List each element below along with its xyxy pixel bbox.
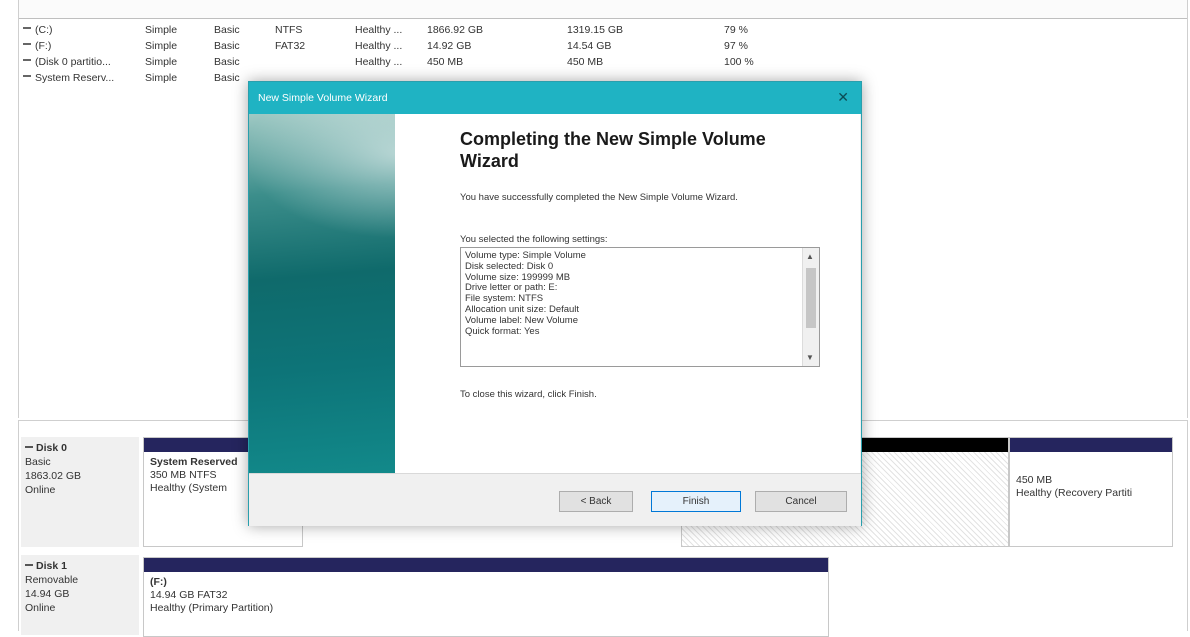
disk-size: 14.94 GB [25, 588, 70, 600]
scrollbar-thumb[interactable] [806, 268, 816, 328]
disk-state: Online [25, 484, 56, 496]
disk-state: Online [25, 602, 56, 614]
volume-name: (F:) [35, 40, 52, 52]
dialog-footer: < Back Finish Cancel [249, 473, 861, 526]
volume-layout: Simple [145, 24, 178, 36]
disk-name: Disk 0 [36, 442, 67, 454]
volume-filesystem: FAT32 [275, 40, 306, 52]
volume-name: System Reserv... [35, 72, 115, 84]
volume-name: (C:) [35, 24, 53, 36]
wizard-banner-image [249, 114, 395, 473]
volume-filesystem: NTFS [275, 24, 303, 36]
volume-free-space: 450 MB [567, 56, 604, 68]
volume-percent-free: 100 % [724, 56, 754, 68]
settings-scrollbar[interactable]: ▲ ▼ [802, 248, 819, 366]
volume-free-space: 14.54 GB [567, 40, 612, 52]
volume-icon [23, 27, 31, 33]
volume-icon [23, 75, 31, 81]
volume-percent-free: 79 % [724, 24, 748, 36]
settings-intro: You selected the following settings: [460, 234, 608, 245]
wizard-content: Completing the New Simple Volume Wizard … [395, 114, 860, 473]
cancel-button[interactable]: Cancel [755, 491, 847, 512]
success-message: You have successfully completed the New … [460, 192, 738, 203]
partition-bar [144, 558, 828, 572]
volume-capacity: 450 MB [427, 56, 464, 68]
partition-size: 14.94 GB FAT32 [150, 589, 228, 601]
partition-size: 450 MB [1016, 474, 1053, 486]
finish-button[interactable]: Finish [651, 491, 741, 512]
volume-row[interactable]: (Disk 0 partitio... Simple Basic Healthy… [19, 54, 1187, 70]
disk-1-label[interactable]: Disk 1 Removable 14.94 GB Online [21, 555, 139, 635]
volume-capacity: 1866.92 GB [427, 24, 484, 36]
volume-status: Healthy ... [355, 56, 403, 68]
disk-size: 1863.02 GB [25, 470, 82, 482]
partition-recovery[interactable]: 450 MB Healthy (Recovery Partiti [1009, 437, 1173, 547]
disk-icon [25, 445, 33, 451]
volume-row[interactable]: (C:) Simple Basic NTFS Healthy ... 1866.… [19, 22, 1187, 38]
close-instruction: To close this wizard, click Finish. [460, 389, 597, 400]
disk-icon [25, 563, 33, 569]
volume-type: Basic [214, 24, 240, 36]
volume-percent-free: 97 % [724, 40, 748, 52]
volume-icon [23, 43, 31, 49]
volume-type: Basic [214, 40, 240, 52]
column-header-bar [19, 0, 1187, 19]
dialog-title: New Simple Volume Wizard [258, 92, 388, 104]
back-button[interactable]: < Back [559, 491, 633, 512]
volume-layout: Simple [145, 56, 178, 68]
disk-name: Disk 1 [36, 560, 67, 572]
partition-status: Healthy (Primary Partition) [150, 602, 274, 614]
disk-0-label[interactable]: Disk 0 Basic 1863.02 GB Online [21, 437, 139, 547]
volume-capacity: 14.92 GB [427, 40, 472, 52]
setting-item: Disk selected: Disk 0 [465, 260, 554, 272]
partition-f-drive[interactable]: (F:) 14.94 GB FAT32 Healthy (Primary Par… [143, 557, 829, 637]
scroll-up-icon[interactable]: ▲ [806, 252, 814, 261]
setting-item: Quick format: Yes [465, 325, 540, 337]
scroll-down-icon[interactable]: ▼ [806, 353, 814, 362]
partition-bar [1010, 438, 1172, 452]
volume-row[interactable]: (F:) Simple Basic FAT32 Healthy ... 14.9… [19, 38, 1187, 54]
wizard-heading: Completing the New Simple Volume Wizard [460, 129, 766, 171]
partition-title: (F:) [150, 576, 167, 588]
volume-type: Basic [214, 72, 240, 84]
close-icon[interactable]: ✕ [837, 89, 849, 106]
volume-status: Healthy ... [355, 24, 403, 36]
setting-item: Volume label: New Volume [465, 314, 579, 326]
volume-layout: Simple [145, 40, 178, 52]
volume-type: Basic [214, 56, 240, 68]
volume-status: Healthy ... [355, 40, 403, 52]
volume-icon [23, 59, 31, 65]
partition-status: Healthy (Recovery Partiti [1016, 487, 1133, 499]
new-simple-volume-wizard-dialog: New Simple Volume Wizard ✕ Completing th… [248, 81, 862, 526]
disk-type: Removable [25, 574, 79, 586]
volume-free-space: 1319.15 GB [567, 24, 624, 36]
volume-layout: Simple [145, 72, 178, 84]
settings-summary-box[interactable]: Volume type: Simple Volume Disk selected… [460, 247, 820, 367]
disk-type: Basic [25, 456, 51, 468]
dialog-titlebar[interactable]: New Simple Volume Wizard ✕ [249, 82, 861, 114]
volume-name: (Disk 0 partitio... [35, 56, 111, 68]
